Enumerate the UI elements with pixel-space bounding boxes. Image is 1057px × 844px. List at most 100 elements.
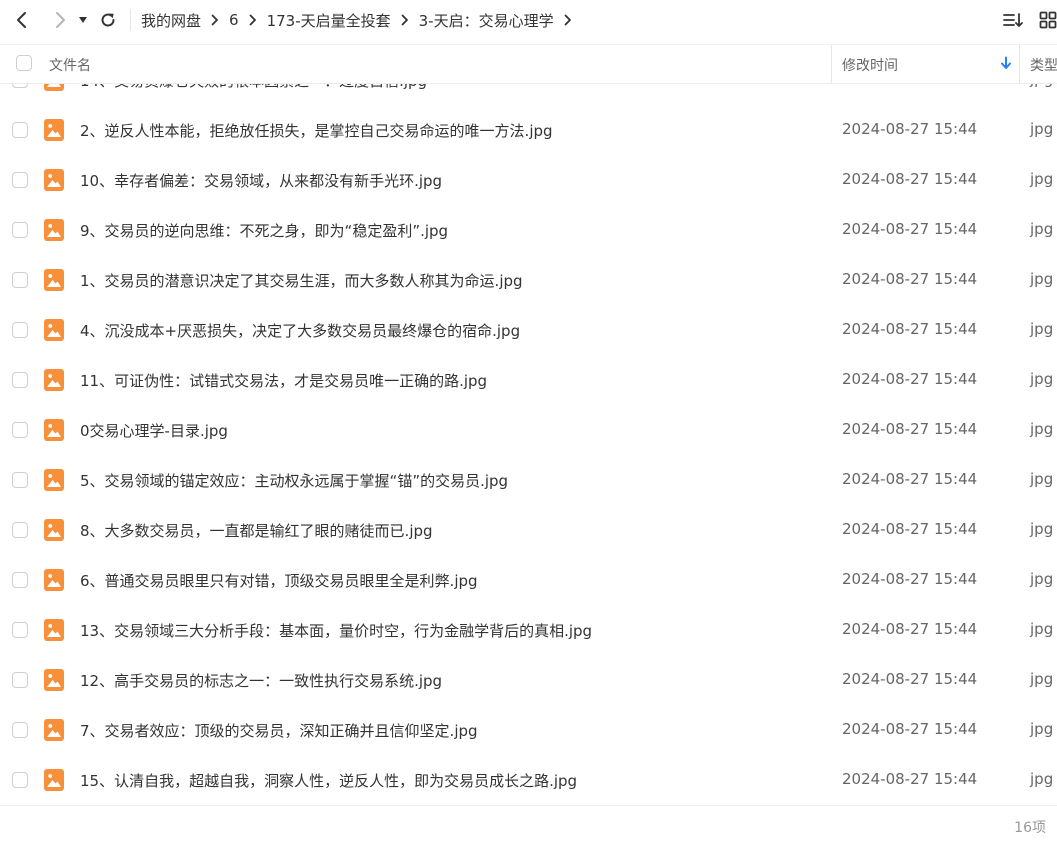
image-file-icon (44, 619, 64, 641)
image-file-icon (44, 219, 64, 241)
view-mode-button[interactable] (1036, 8, 1057, 32)
row-checkbox[interactable] (12, 572, 28, 588)
select-all-checkbox[interactable] (16, 55, 32, 71)
history-dropdown-button[interactable] (74, 6, 92, 34)
file-name[interactable]: 6、普通交易员眼里只有对错，顶级交易员眼里全是利弊.jpg (80, 570, 478, 591)
file-modified-time: 2024-08-27 15:44 (842, 170, 978, 188)
breadcrumb-separator-icon (211, 14, 219, 26)
file-modified-time: 2024-08-27 15:44 (842, 220, 978, 238)
chevron-right-icon (56, 12, 65, 28)
file-modified-time: 2024-08-27 15:44 (842, 520, 978, 538)
sort-descending-icon[interactable] (999, 56, 1013, 70)
file-row[interactable]: 10、幸存者偏差：交易领域，从来都没有新手光环.jpg 2024-08-27 1… (0, 155, 1057, 205)
image-file-icon (44, 569, 64, 591)
file-type: jpg (1030, 470, 1054, 488)
breadcrumb-item-folder-6[interactable]: 6 (229, 11, 239, 29)
file-row[interactable]: 8、大多数交易员，一直都是输红了眼的赌徒而已.jpg 2024-08-27 15… (0, 505, 1057, 555)
file-type: jpg (1030, 220, 1054, 238)
item-count: 16项 (1014, 820, 1046, 836)
file-row[interactable]: 11、可证伪性：试错式交易法，才是交易员唯一正确的路.jpg 2024-08-2… (0, 355, 1057, 405)
file-type: jpg (1030, 320, 1054, 338)
image-file-icon (44, 669, 64, 691)
grid-view-icon (1039, 11, 1057, 29)
file-name[interactable]: 10、幸存者偏差：交易领域，从来都没有新手光环.jpg (80, 170, 442, 191)
breadcrumb-separator-icon (401, 14, 409, 26)
breadcrumb-item-current[interactable]: 3-天启：交易心理学 (419, 10, 554, 31)
file-type: jpg (1030, 170, 1054, 188)
row-checkbox[interactable] (12, 672, 28, 688)
row-checkbox[interactable] (12, 422, 28, 438)
file-name[interactable]: 8、大多数交易员，一直都是输红了眼的赌徒而已.jpg (80, 520, 433, 541)
file-modified-time: 2024-08-27 15:44 (842, 120, 978, 138)
breadcrumb-item-root[interactable]: 我的网盘 (141, 10, 201, 31)
file-row[interactable]: 15、认清自我，超越自我，洞察人性，逆反人性，即为交易员成长之路.jpg 202… (0, 755, 1057, 805)
file-type: jpg (1030, 520, 1054, 538)
file-name[interactable]: 0交易心理学-目录.jpg (80, 420, 228, 441)
file-row[interactable]: 0交易心理学-目录.jpg 2024-08-27 15:44 jpg (0, 405, 1057, 455)
column-header-name[interactable]: 文件名 (49, 55, 91, 75)
sort-button[interactable] (1001, 8, 1025, 32)
row-checkbox[interactable] (12, 122, 28, 138)
file-type: jpg (1030, 670, 1054, 688)
file-name[interactable]: 4、沉没成本+厌恶损失，决定了大多数交易员最终爆仓的宿命.jpg (80, 320, 520, 341)
file-list: 14、交易员爆仓失败的根本因素之一：过度自信.jpg 2024-08-27 15… (0, 55, 1057, 805)
column-divider[interactable] (1019, 45, 1020, 83)
column-divider[interactable] (831, 45, 832, 83)
row-checkbox[interactable] (12, 322, 28, 338)
file-name[interactable]: 5、交易领域的锚定效应：主动权永远属于掌握“锚”的交易员.jpg (80, 470, 508, 491)
file-name[interactable]: 15、认清自我，超越自我，洞察人性，逆反人性，即为交易员成长之路.jpg (80, 770, 577, 791)
row-checkbox[interactable] (12, 622, 28, 638)
forward-button[interactable] (46, 6, 74, 34)
file-row[interactable]: 7、交易者效应：顶级的交易员，深知正确并且信仰坚定.jpg 2024-08-27… (0, 705, 1057, 755)
refresh-button[interactable] (94, 6, 122, 34)
file-list-header: 文件名 修改时间 类型 (0, 44, 1057, 84)
file-type: jpg (1030, 370, 1054, 388)
image-file-icon (44, 169, 64, 191)
image-file-icon (44, 119, 64, 141)
file-row[interactable]: 12、高手交易员的标志之一：一致性执行交易系统.jpg 2024-08-27 1… (0, 655, 1057, 705)
file-modified-time: 2024-08-27 15:44 (842, 470, 978, 488)
caret-down-icon (79, 17, 87, 23)
row-checkbox[interactable] (12, 372, 28, 388)
file-row[interactable]: 9、交易员的逆向思维：不死之身，即为“稳定盈利”.jpg 2024-08-27 … (0, 205, 1057, 255)
row-checkbox[interactable] (12, 772, 28, 788)
row-checkbox[interactable] (12, 222, 28, 238)
column-header-modified-time[interactable]: 修改时间 (842, 55, 898, 75)
file-type: jpg (1030, 270, 1054, 288)
breadcrumb: 我的网盘 6 173-天启量全投套 3-天启：交易心理学 (141, 10, 582, 31)
row-checkbox[interactable] (12, 722, 28, 738)
file-name[interactable]: 2、逆反人性本能，拒绝放任损失，是掌控自己交易命运的唯一方法.jpg (80, 120, 553, 141)
row-checkbox[interactable] (12, 172, 28, 188)
file-modified-time: 2024-08-27 15:44 (842, 420, 978, 438)
file-name[interactable]: 1、交易员的潜意识决定了其交易生涯，而大多数人称其为命运.jpg (80, 270, 523, 291)
file-row[interactable]: 1、交易员的潜意识决定了其交易生涯，而大多数人称其为命运.jpg 2024-08… (0, 255, 1057, 305)
file-row[interactable]: 2、逆反人性本能，拒绝放任损失，是掌控自己交易命运的唯一方法.jpg 2024-… (0, 105, 1057, 155)
file-name[interactable]: 9、交易员的逆向思维：不死之身，即为“稳定盈利”.jpg (80, 220, 448, 241)
image-file-icon (44, 419, 64, 441)
chevron-left-icon (17, 12, 26, 28)
file-row[interactable]: 4、沉没成本+厌恶损失，决定了大多数交易员最终爆仓的宿命.jpg 2024-08… (0, 305, 1057, 355)
file-name[interactable]: 13、交易领域三大分析手段：基本面，量价时空，行为金融学背后的真相.jpg (80, 620, 592, 641)
row-checkbox[interactable] (12, 472, 28, 488)
file-name[interactable]: 12、高手交易员的标志之一：一致性执行交易系统.jpg (80, 670, 442, 691)
back-button[interactable] (8, 6, 36, 34)
image-file-icon (44, 469, 64, 491)
file-type: jpg (1030, 620, 1054, 638)
image-file-icon (44, 319, 64, 341)
file-row[interactable]: 13、交易领域三大分析手段：基本面，量价时空，行为金融学背后的真相.jpg 20… (0, 605, 1057, 655)
file-row[interactable]: 5、交易领域的锚定效应：主动权永远属于掌握“锚”的交易员.jpg 2024-08… (0, 455, 1057, 505)
file-type: jpg (1030, 570, 1054, 588)
file-type: jpg (1030, 720, 1054, 738)
sort-list-icon (1003, 13, 1023, 27)
file-name[interactable]: 11、可证伪性：试错式交易法，才是交易员唯一正确的路.jpg (80, 370, 487, 391)
row-checkbox[interactable] (12, 522, 28, 538)
breadcrumb-item-folder-173[interactable]: 173-天启量全投套 (267, 10, 391, 31)
column-header-type[interactable]: 类型 (1030, 55, 1057, 75)
file-name[interactable]: 7、交易者效应：顶级的交易员，深知正确并且信仰坚定.jpg (80, 720, 478, 741)
file-type: jpg (1030, 770, 1054, 788)
file-row[interactable]: 6、普通交易员眼里只有对错，顶级交易员眼里全是利弊.jpg 2024-08-27… (0, 555, 1057, 605)
file-modified-time: 2024-08-27 15:44 (842, 670, 978, 688)
file-type: jpg (1030, 120, 1054, 138)
row-checkbox[interactable] (12, 272, 28, 288)
toolbar-divider (130, 9, 131, 31)
